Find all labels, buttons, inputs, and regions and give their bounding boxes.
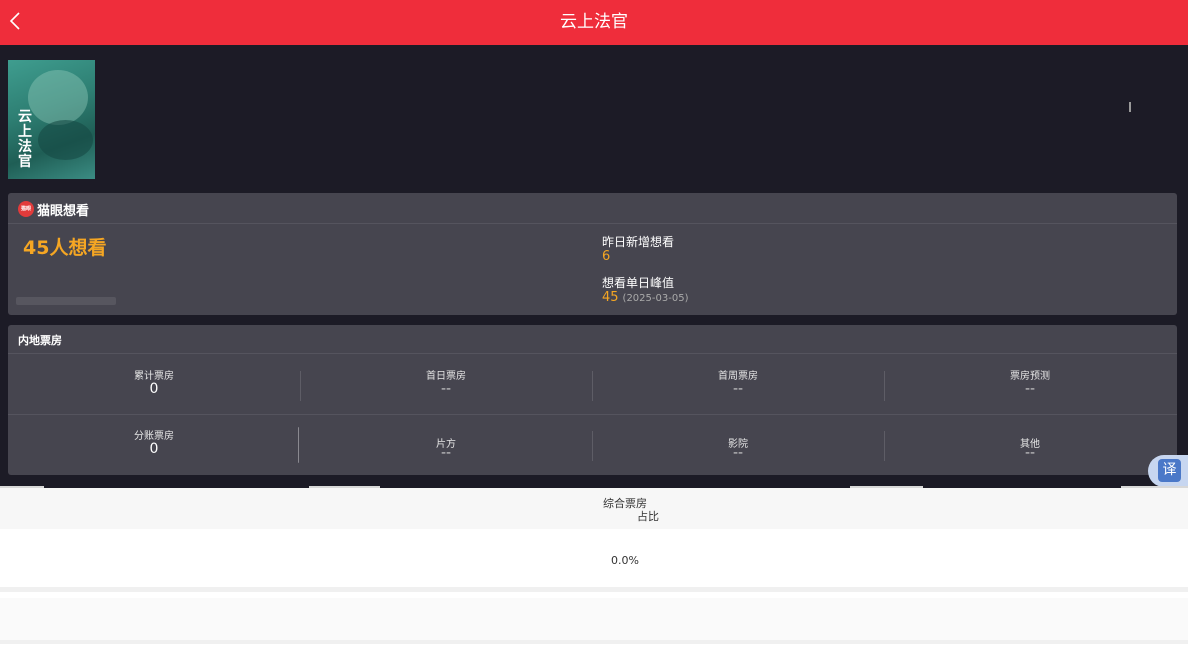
peak-row: 45 (2025-03-05) (602, 290, 688, 305)
stat-value: 0 (149, 441, 159, 457)
maoyan-logo-icon: 猫眼 (18, 201, 34, 217)
stat-other: 其他 -- (884, 415, 1176, 475)
want-to-see-card: 猫眼 猫眼想看 45人想看 昨日新增想看 6 想看单日峰值 45 (2025-03… (8, 193, 1177, 315)
share-value: 0.0% (611, 554, 639, 567)
box-office-card: 内地票房 累计票房 0 首日票房 -- 首周票房 -- 票房预测 -- 分账票房… (8, 325, 1177, 475)
stat-value: -- (440, 445, 452, 461)
stat-label: 首周票房 (718, 371, 758, 382)
page-title: 云上法官 (560, 12, 628, 32)
stat-first-week: 首周票房 -- (592, 355, 884, 415)
yesterday-label: 昨日新增想看 (602, 235, 675, 249)
stat-label: 首日票房 (426, 371, 466, 382)
header-line: 占比 (637, 510, 659, 523)
stat-forecast: 票房预测 -- (884, 355, 1176, 415)
box-office-table: 综合票房 占比 0.0% (0, 488, 1188, 649)
bracket-divider (298, 427, 299, 463)
want-card-header: 猫眼 猫眼想看 (8, 193, 1177, 224)
movie-poster[interactable]: 云上法官 (8, 60, 95, 179)
stat-split: 分账票房 0 (8, 415, 300, 475)
poster-title: 云上法官 (18, 109, 32, 170)
want-card-title: 猫眼想看 (37, 204, 90, 219)
stat-cumulative: 累计票房 0 (8, 355, 300, 415)
want-total: 45人想看 (23, 237, 107, 259)
table-header: 综合票房 占比 (0, 488, 1188, 529)
box-office-header: 内地票房 (8, 325, 1177, 354)
translate-icon: 译 (1158, 459, 1181, 482)
box-office-title: 内地票房 (18, 334, 62, 347)
poster-shadow (38, 120, 93, 160)
translate-button[interactable]: 译 (1148, 455, 1188, 487)
stat-value: -- (1024, 445, 1036, 461)
stat-producer: 片方 -- (300, 415, 592, 475)
stat-value: -- (440, 381, 452, 397)
peak-date: (2025-03-05) (622, 293, 689, 304)
stat-label: 票房预测 (1010, 371, 1050, 382)
poster-figure (28, 70, 88, 125)
peak-value: 45 (602, 290, 619, 305)
table-row: 0.0% (0, 532, 1188, 592)
stat-cinema: 影院 -- (592, 415, 884, 475)
table-header-cell: 综合票房 占比 (570, 497, 680, 523)
table-row (0, 598, 1188, 644)
stat-label: 分账票房 (134, 431, 174, 442)
blurred-text (16, 297, 116, 305)
stat-value: -- (732, 445, 744, 461)
stat-value: -- (732, 381, 744, 397)
top-bar: 云上法官 (0, 0, 1188, 45)
box-office-split-row: 分账票房 0 片方 -- 影院 -- 其他 -- (8, 415, 1177, 475)
header-line: 综合票房 (603, 497, 647, 510)
stat-first-day: 首日票房 -- (300, 355, 592, 415)
box-office-row: 累计票房 0 首日票房 -- 首周票房 -- 票房预测 -- (8, 355, 1177, 415)
stat-value: 0 (149, 381, 159, 397)
stat-label: 累计票房 (134, 371, 174, 382)
yesterday-value: 6 (602, 249, 611, 264)
header-marker (1129, 102, 1131, 112)
stat-value: -- (1024, 381, 1036, 397)
peak-label: 想看单日峰值 (602, 276, 675, 290)
